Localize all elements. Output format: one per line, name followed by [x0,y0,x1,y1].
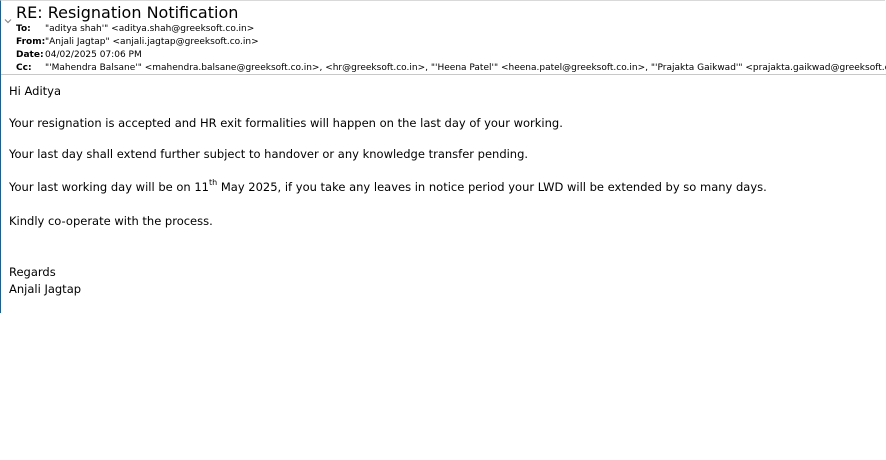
body-paragraph: Kindly co-operate with the process. [9,214,213,228]
chevron-down-icon[interactable] [4,10,12,24]
greeting: Hi Aditya [9,84,62,98]
from-value[interactable]: "Anjali Jagtap" <anjali.jagtap@greeksoft… [45,36,259,49]
email-header: RE: Resignation Notification To: "aditya… [1,1,886,75]
email-subject: RE: Resignation Notification [16,3,239,22]
email-viewer: RE: Resignation Notification To: "aditya… [0,0,886,460]
to-value[interactable]: "aditya shah'" <aditya.shah@greeksoft.co… [45,23,254,36]
body-paragraph-last-day: Your last working day will be on 11th Ma… [9,179,767,196]
signature: Anjali Jagtap [9,282,82,296]
email-message-pane: RE: Resignation Notification To: "aditya… [0,0,886,313]
last-day-text-rest: May 2025, if you take any leaves in noti… [217,180,767,194]
closing: Regards [9,265,56,279]
ordinal-suffix: th [208,178,218,187]
body-paragraph: Your last day shall extend further subje… [9,147,529,161]
to-label: To: [16,24,31,34]
cc-label: Cc: [16,63,32,73]
cc-value[interactable]: "'Mahendra Balsane'" <mahendra.balsane@g… [45,62,886,75]
date-label: Date: [16,50,44,60]
from-label: From: [16,37,46,47]
last-day-text: Your last working day will be on 11 [9,180,209,194]
date-value: 04/02/2025 07:06 PM [45,50,142,60]
body-paragraph: Your resignation is accepted and HR exit… [9,116,563,130]
